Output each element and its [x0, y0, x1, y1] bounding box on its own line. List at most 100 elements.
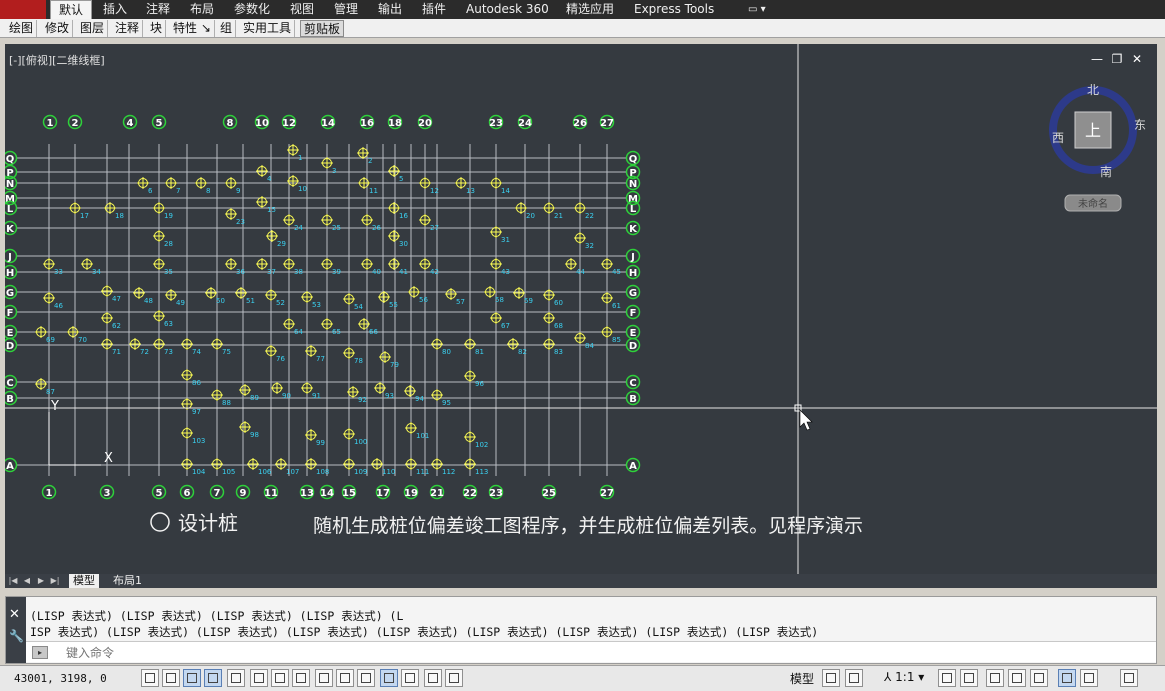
object-snap-tracking-icon[interactable] — [292, 669, 310, 687]
pile-number: 21 — [554, 212, 563, 220]
axis-bubble-label: K — [6, 224, 15, 235]
left-axis-bubble: C — [5, 374, 18, 390]
pile-number: 77 — [316, 355, 325, 363]
panel-layers[interactable]: 图层 — [77, 20, 109, 37]
axis-bubble-label: E — [7, 328, 14, 339]
drawing-canvas[interactable]: 1 2 4 5 8 10 12 14 16 18 20 23 24 26 27 1 3 5 6 7 9 11 13 14 15 1… — [5, 44, 1157, 574]
model-space-toggle[interactable]: 模型 — [790, 670, 814, 687]
pile-marker: 64 — [283, 318, 303, 336]
tab-output[interactable]: 输出 — [378, 0, 402, 19]
annotation-monitor-icon[interactable] — [445, 669, 463, 687]
right-axis-bubble: K — [625, 220, 641, 236]
pile-marker: 47 — [101, 285, 121, 303]
pile-marker: 28 — [153, 230, 173, 248]
quick-properties-icon[interactable] — [401, 669, 419, 687]
snap-mode-icon[interactable] — [162, 669, 180, 687]
quick-view-drawings-icon[interactable] — [845, 669, 863, 687]
button-glyph — [319, 673, 329, 683]
axis-bubble-label: 13 — [300, 488, 314, 499]
quick-view-layouts-icon[interactable] — [822, 669, 840, 687]
grid-display-icon[interactable] — [183, 669, 201, 687]
lock-icon[interactable] — [1008, 669, 1026, 687]
clean-screen-icon[interactable] — [1120, 669, 1138, 687]
tab-plugins[interactable]: 插件 — [422, 0, 446, 19]
command-input[interactable] — [66, 644, 666, 661]
tab-manage[interactable]: 管理 — [334, 0, 358, 19]
first-tab-icon[interactable]: |◀ — [7, 575, 19, 587]
panel-block[interactable]: 块 — [147, 20, 167, 37]
pile-number: 112 — [442, 468, 455, 476]
close-icon[interactable]: ✕ — [1127, 52, 1147, 66]
workspace-switch-icon[interactable] — [986, 669, 1004, 687]
infer-constraints-icon[interactable] — [141, 669, 159, 687]
annotation-scale[interactable]: ⅄ 1:1 ▾ — [884, 670, 924, 684]
tab-insert[interactable]: 插入 — [103, 0, 127, 19]
ucs-x-label: X — [104, 451, 113, 466]
drawing-svg[interactable]: 1 2 4 5 8 10 12 14 16 18 20 23 24 26 271 3 5 6 7 9 11 13 14 15 1… — [5, 44, 1157, 574]
tab-view[interactable]: 视图 — [290, 0, 314, 19]
panel-draw[interactable]: 绘图 — [6, 20, 38, 37]
right-axis-bubble: A — [625, 457, 641, 473]
close-icon[interactable]: ✕ — [9, 607, 20, 622]
right-axis-bubble: H — [625, 264, 641, 280]
tab-layout1[interactable]: 布局1 — [109, 574, 146, 588]
button-glyph — [361, 673, 371, 683]
hardware-acceleration-icon[interactable] — [1030, 669, 1048, 687]
top-axis-bubble: 14 — [320, 114, 336, 130]
pile-marker: 15 — [256, 196, 276, 214]
tab-annotate[interactable]: 注释 — [146, 0, 170, 19]
left-axis-bubble: K — [5, 220, 18, 236]
ortho-mode-icon[interactable] — [204, 669, 222, 687]
tab-default[interactable]: 默认 — [50, 0, 93, 19]
dropdown-icon[interactable]: ▭ ▾ — [748, 3, 774, 16]
tab-layout[interactable]: 布局 — [190, 0, 214, 19]
auto-scale-icon[interactable] — [960, 669, 978, 687]
panel-clipboard[interactable]: 剪贴板 — [300, 20, 345, 37]
tab-model[interactable]: 模型 — [69, 574, 99, 588]
isolate-objects-icon[interactable] — [1058, 669, 1076, 687]
minimize-icon[interactable]: — — [1087, 52, 1107, 66]
panel-groups[interactable]: 组 — [217, 20, 237, 37]
button-glyph — [990, 673, 1000, 683]
axis-bubble-label: 8 — [227, 118, 234, 129]
dynamic-ucs-icon[interactable] — [315, 669, 333, 687]
button-glyph — [405, 673, 415, 683]
axis-bubble-label: B — [6, 394, 14, 405]
tab-featured-apps[interactable]: 精选应用 — [566, 0, 614, 19]
last-tab-icon[interactable]: ▶| — [49, 575, 61, 587]
pile-number: 100 — [354, 438, 367, 446]
lineweight-icon[interactable] — [357, 669, 375, 687]
panel-annotation[interactable]: 注释 — [112, 20, 144, 37]
pile-number: 4 — [267, 175, 272, 183]
pile-number: 9 — [236, 187, 240, 195]
application-menu-button[interactable] — [0, 0, 46, 19]
dynamic-input-icon[interactable] — [336, 669, 354, 687]
left-axis-bubble: B — [5, 390, 18, 406]
tab-autodesk-360[interactable]: Autodesk 360 — [466, 0, 549, 19]
annotation-visibility-icon[interactable] — [938, 669, 956, 687]
viewport-controls-label[interactable]: [-][俯视][二维线框] — [9, 52, 105, 68]
panel-properties[interactable]: 特性 ↘ — [170, 20, 215, 37]
transparency-icon[interactable] — [380, 669, 398, 687]
3d-object-snap-icon[interactable] — [271, 669, 289, 687]
tab-parametric[interactable]: 参数化 — [234, 0, 270, 19]
pile-markers: 1 234 56 7 8 9 10 11 12 13 14151617 18 19 20 21 222324 2… — [35, 144, 621, 476]
selection-cycling-icon[interactable] — [424, 669, 442, 687]
pile-marker: 24 — [283, 214, 303, 232]
next-tab-icon[interactable]: ▶ — [35, 575, 47, 587]
wrench-icon[interactable]: 🔧 — [9, 629, 24, 643]
axis-bubble-label: 22 — [463, 488, 477, 499]
command-window-handle[interactable]: ✕ 🔧 — [6, 597, 26, 663]
panel-utilities[interactable]: 实用工具 — [240, 20, 296, 37]
pile-number: 15 — [267, 206, 276, 214]
lightbulb-icon[interactable] — [1080, 669, 1098, 687]
coordinate-readout[interactable]: 43001, 3198, 0 — [14, 672, 107, 685]
object-snap-icon[interactable] — [250, 669, 268, 687]
command-prompt-icon[interactable]: ▸ — [32, 646, 48, 659]
panel-modify[interactable]: 修改 — [42, 20, 74, 37]
tab-express-tools[interactable]: Express Tools — [634, 0, 714, 19]
restore-icon[interactable]: ❐ — [1107, 52, 1127, 66]
prev-tab-icon[interactable]: ◀ — [21, 575, 33, 587]
polar-tracking-icon[interactable] — [227, 669, 245, 687]
button-glyph — [849, 673, 859, 683]
